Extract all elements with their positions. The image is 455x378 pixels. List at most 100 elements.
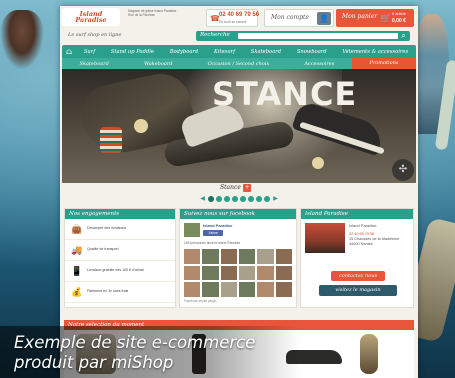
slide-title: Stance (220, 184, 241, 191)
nav-item-kitesurf[interactable]: Kitesurf (206, 49, 243, 55)
fan-avatar[interactable] (257, 265, 274, 281)
phone-box[interactable]: ☎ 02 40 69 79 56 Du lundi au samedi (206, 9, 260, 27)
chevron-right-icon[interactable]: ▶ (272, 196, 279, 203)
facebook-widget: Island Paradise J'aime 163 personnes aim… (180, 219, 296, 308)
fan-avatar[interactable] (239, 282, 256, 297)
fan-avatar[interactable] (220, 249, 237, 264)
bag-icon: 👜 (71, 224, 83, 234)
facebook-fans-text: 163 personnes aiment Island Paradise (184, 241, 241, 245)
nav-item-sup[interactable]: Stand up Paddle (103, 49, 162, 55)
fan-avatar[interactable] (275, 282, 292, 297)
subnav-item-wakeboard[interactable]: Wakeboard (126, 61, 190, 67)
user-icon: 👤 (317, 12, 331, 25)
facebook-page-name[interactable]: Island Paradise (203, 223, 263, 229)
slider-dot[interactable] (256, 196, 262, 202)
nav-item-vetements[interactable]: Vêtements & accessoires (335, 49, 417, 55)
search-input[interactable] (238, 33, 398, 39)
search-icon[interactable]: ⌕ (399, 31, 408, 41)
nav-item-bodyboard[interactable]: Bodyboard (162, 49, 206, 55)
facebook-title: Suivez nous sur facebook (180, 209, 296, 219)
nav-item-snowboard[interactable]: Snowboard (289, 49, 335, 55)
slider-caption: Stance + (62, 183, 416, 193)
search-row: Le surf shop en ligne Recherche ⌕ (60, 30, 418, 42)
slider-dot[interactable] (248, 196, 254, 202)
expand-icon[interactable]: ✣ (392, 159, 414, 181)
home-icon[interactable]: ⌂ (62, 47, 76, 56)
facebook-fans-grid (184, 249, 292, 297)
surfer-photo-left (0, 10, 44, 70)
fan-avatar[interactable] (257, 249, 274, 264)
overlay-caption-line1: Exemple de site e-commerce (14, 333, 256, 352)
facebook-plugin-label: Facebook social plugin (184, 299, 217, 303)
account-label: Mon compte (271, 14, 309, 21)
coins-icon: 💰 (71, 287, 83, 297)
website-frame: Island Paradise Magasin de glisse Island… (60, 6, 418, 378)
pledges-title: Nos engagements (65, 209, 175, 219)
fan-avatar[interactable] (202, 282, 219, 297)
subnav-item-skateboard[interactable]: Skateboard (62, 61, 126, 67)
plus-icon[interactable]: + (243, 184, 251, 192)
store-name: Island Paradise (349, 223, 377, 228)
facebook-like-button[interactable]: J'aime (203, 230, 223, 236)
store-title: Island Paradise (301, 209, 413, 219)
slider-dot[interactable] (232, 196, 238, 202)
fan-avatar[interactable] (275, 265, 292, 281)
cart-count: 0 article (392, 11, 407, 16)
subnav-item-occasion[interactable]: Occasion / Second choix (190, 61, 287, 67)
primary-nav: ⌂ Surf Stand up Paddle Bodyboard Kitesur… (62, 45, 416, 58)
truck-icon: 🚚 (71, 245, 83, 255)
slider-dot[interactable] (240, 196, 246, 202)
pledge-item[interactable]: 🚚 Qualité de transport (65, 240, 175, 261)
pledge-text: Décompte des livraisons (87, 226, 127, 230)
shop-info: Magasin de glisse Island Paradise Rue de… (128, 9, 200, 27)
pledge-item[interactable]: 📱 Livraison gratuite dès 100 € d'achat (65, 261, 175, 282)
slider-dot[interactable] (216, 196, 222, 202)
hero-banner[interactable]: STANCE ✣ (62, 69, 416, 183)
fan-avatar[interactable] (257, 282, 274, 297)
top-bar: Island Paradise Magasin de glisse Island… (60, 6, 418, 30)
facebook-page-thumb (184, 223, 200, 237)
search-bar: Recherche ⌕ (196, 31, 410, 41)
product-thumb[interactable] (360, 334, 378, 374)
contact-button[interactable]: contactez nous (331, 271, 385, 281)
secondary-nav: Skateboard Wakeboard Occasion / Second c… (62, 58, 417, 69)
fan-avatar[interactable] (184, 265, 201, 281)
hero-wheel (312, 157, 324, 169)
slider-dot[interactable] (224, 196, 230, 202)
store-address-line2: 44000 Nantes (349, 242, 373, 246)
subnav-item-promotions[interactable]: Promotions (351, 58, 417, 69)
slider-dot[interactable] (208, 196, 214, 202)
fan-avatar[interactable] (239, 265, 256, 281)
fan-avatar[interactable] (220, 265, 237, 281)
visit-store-button[interactable]: visitez le magasin (319, 285, 397, 296)
facebook-panel: Suivez nous sur facebook Island Paradise… (179, 208, 297, 308)
phone-icon: ☎ (210, 14, 220, 23)
pledge-item[interactable]: 💰 Paiement en 3x sans frais (65, 282, 175, 303)
slider-dot[interactable] (264, 196, 270, 202)
fan-avatar[interactable] (275, 249, 292, 264)
store-photo (305, 223, 345, 253)
fan-avatar[interactable] (202, 265, 219, 281)
fan-avatar[interactable] (239, 249, 256, 264)
hero-wheel (134, 119, 148, 133)
hero-sock (100, 127, 122, 153)
nav-item-surf[interactable]: Surf (76, 49, 103, 55)
chevron-left-icon[interactable]: ◀ (199, 196, 206, 203)
pledge-text: Paiement en 3x sans frais (87, 289, 129, 293)
nav-item-skateboard[interactable]: Skateboard (243, 49, 289, 55)
store-panel: Island Paradise Island Paradise 02 40 65… (300, 208, 414, 308)
site-logo[interactable]: Island Paradise (62, 8, 120, 26)
pledges-panel: Nos engagements 👜 Décompte des livraison… (64, 208, 176, 308)
fan-avatar[interactable] (202, 249, 219, 264)
fan-avatar[interactable] (184, 282, 201, 297)
phone-hours: Du lundi au samedi (219, 20, 247, 24)
cart-button[interactable]: Mon panier 🛒 0 article 0,00 € (336, 9, 414, 27)
store-address: 02 40 65 79 56 15 Chaussée de la Madelei… (349, 232, 411, 256)
cart-icon: 🛒 (380, 13, 392, 23)
fan-avatar[interactable] (220, 282, 237, 297)
account-button[interactable]: Mon compte 👤 (264, 9, 334, 27)
subnav-item-accessoires[interactable]: Accessoires (287, 61, 352, 67)
fan-avatar[interactable] (184, 249, 201, 264)
phone-number: 02 40 69 79 56 (219, 12, 260, 18)
pledge-item[interactable]: 👜 Décompte des livraisons (65, 219, 175, 240)
